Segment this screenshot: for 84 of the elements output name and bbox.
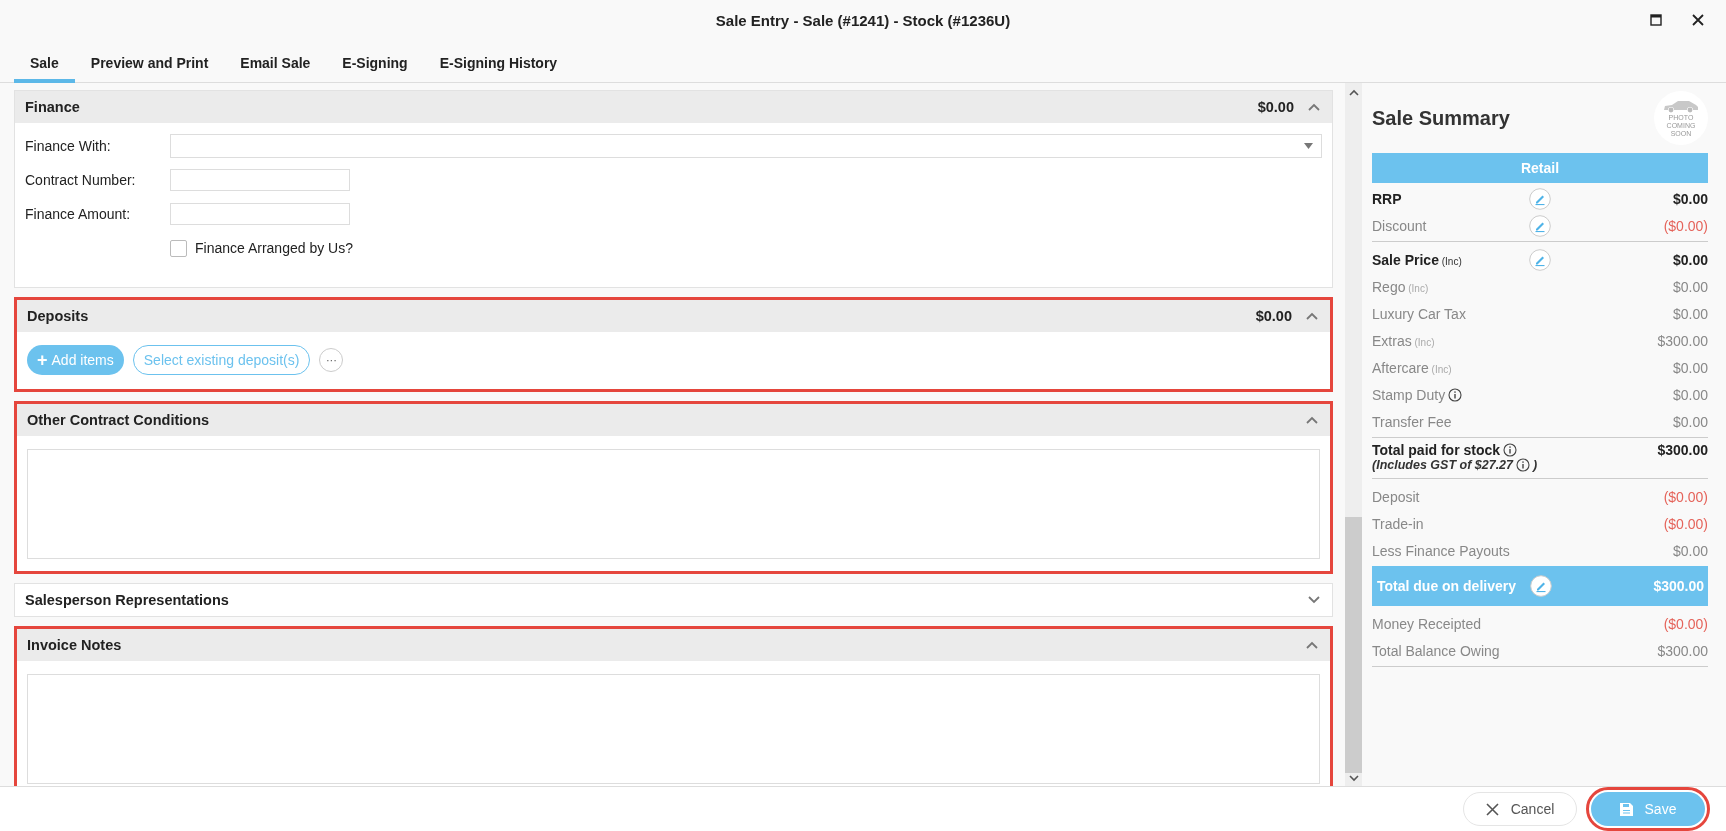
scrollbar-thumb[interactable] — [1345, 516, 1362, 773]
summary-label: Rego (Inc) — [1372, 278, 1429, 295]
field-label: Contract Number: — [25, 172, 137, 188]
summary-value: $0.00 — [1671, 305, 1708, 322]
summary-label: Deposit — [1372, 488, 1420, 505]
tab[interactable]: E-Signing — [326, 55, 424, 83]
section-title: Deposits — [27, 308, 90, 324]
summary-label: Total Balance Owing — [1372, 642, 1500, 659]
expand-icon[interactable] — [1308, 596, 1320, 604]
summary-title: Sale Summary — [1372, 106, 1510, 130]
edit-icon[interactable] — [1529, 187, 1551, 210]
checkbox[interactable] — [170, 239, 187, 257]
scroll-down-icon[interactable] — [1348, 775, 1359, 782]
summary-value: $0.00 — [1671, 359, 1708, 376]
summary-value: ($0.00) — [1662, 515, 1708, 532]
car-icon — [1662, 98, 1700, 113]
select-field[interactable] — [170, 134, 1322, 158]
summary-value: ($0.00) — [1662, 488, 1708, 505]
collapse-icon[interactable] — [1306, 641, 1318, 649]
collapse-icon[interactable] — [1308, 103, 1320, 111]
section-title: Invoice Notes — [27, 637, 123, 653]
summary-label: Total due on delivery — [1377, 578, 1516, 594]
summary-label: Sale Price (Inc) — [1372, 251, 1462, 268]
summary-label: Less Finance Payouts — [1372, 542, 1510, 559]
section-title: Other Contract Conditions — [27, 412, 211, 428]
summary-label: Extras (Inc) — [1372, 332, 1435, 349]
notes-field[interactable] — [27, 674, 1320, 784]
note-paren: ) — [1533, 458, 1538, 472]
collapse-icon[interactable] — [1306, 416, 1318, 424]
summary-label: Money Receipted — [1372, 615, 1481, 632]
info-icon[interactable] — [1516, 458, 1530, 472]
scroll-up-icon[interactable] — [1348, 89, 1359, 96]
input-field[interactable] — [170, 203, 350, 225]
tab[interactable]: Preview and Print — [74, 55, 225, 83]
summary-label: Transfer Fee — [1372, 413, 1452, 430]
edit-icon[interactable] — [1529, 248, 1551, 271]
field-label: Finance With: — [25, 138, 112, 154]
section-header[interactable]: Finance $0.00 — [15, 91, 1332, 123]
checkbox-label: Finance Arranged by Us? — [195, 240, 353, 256]
info-icon[interactable] — [1503, 443, 1518, 457]
field-label: Finance Amount: — [25, 206, 132, 222]
summary-value: $0.00 — [1671, 251, 1708, 268]
window-title: Sale Entry - Sale (#1241) - Stock (#1236U) — [715, 11, 1011, 29]
section-header[interactable]: Other Contract Conditions — [17, 404, 1330, 436]
close-icon — [1485, 802, 1499, 816]
edit-icon[interactable] — [1529, 214, 1551, 237]
tab[interactable]: Email Sale — [224, 55, 327, 83]
more-button[interactable]: ··· — [319, 348, 344, 372]
summary-value: $0.00 — [1671, 190, 1708, 207]
summary-value: ($0.00) — [1662, 217, 1708, 234]
summary-label: Trade-in — [1372, 515, 1424, 532]
summary-label: Aftercare (Inc) — [1372, 359, 1452, 376]
collapse-icon[interactable] — [1306, 312, 1318, 320]
summary-value: $300.00 — [1656, 642, 1708, 659]
notes-field[interactable] — [27, 449, 1320, 559]
maximize-icon[interactable] — [1650, 14, 1662, 26]
input-field[interactable] — [170, 169, 350, 191]
section-title: Salesperson Representations — [25, 592, 230, 608]
info-icon[interactable] — [1448, 387, 1463, 402]
summary-value: $300.00 — [1656, 442, 1708, 458]
summary-label: RRP — [1372, 190, 1402, 207]
sale-type-banner: Retail — [1372, 153, 1708, 183]
gst-note: (Includes GST of $27.27 — [1372, 458, 1513, 472]
summary-value: $300.00 — [1652, 578, 1704, 594]
summary-value: $0.00 — [1671, 542, 1708, 559]
section-title: Finance — [25, 99, 81, 115]
cancel-button[interactable]: Cancel — [1463, 792, 1577, 826]
summary-label: Total paid for stock — [1372, 442, 1501, 458]
close-icon[interactable] — [1692, 14, 1704, 26]
summary-label: Discount — [1372, 217, 1427, 234]
section-amount: $0.00 — [1257, 99, 1294, 115]
summary-value: $300.00 — [1656, 332, 1708, 349]
summary-label: Stamp Duty — [1372, 386, 1446, 403]
section-header[interactable]: Invoice Notes — [17, 629, 1330, 661]
tab[interactable]: E-Signing History — [423, 55, 574, 83]
summary-value: $0.00 — [1671, 386, 1708, 403]
edit-icon[interactable] — [1529, 575, 1552, 597]
summary-value: $0.00 — [1671, 413, 1708, 430]
summary-value: ($0.00) — [1662, 615, 1708, 632]
section-amount: $0.00 — [1255, 308, 1292, 324]
summary-value: $0.00 — [1671, 278, 1708, 295]
summary-label: Luxury Car Tax — [1372, 305, 1466, 322]
section-header[interactable]: Deposits $0.00 — [17, 300, 1330, 332]
dropdown-icon — [1304, 143, 1313, 149]
